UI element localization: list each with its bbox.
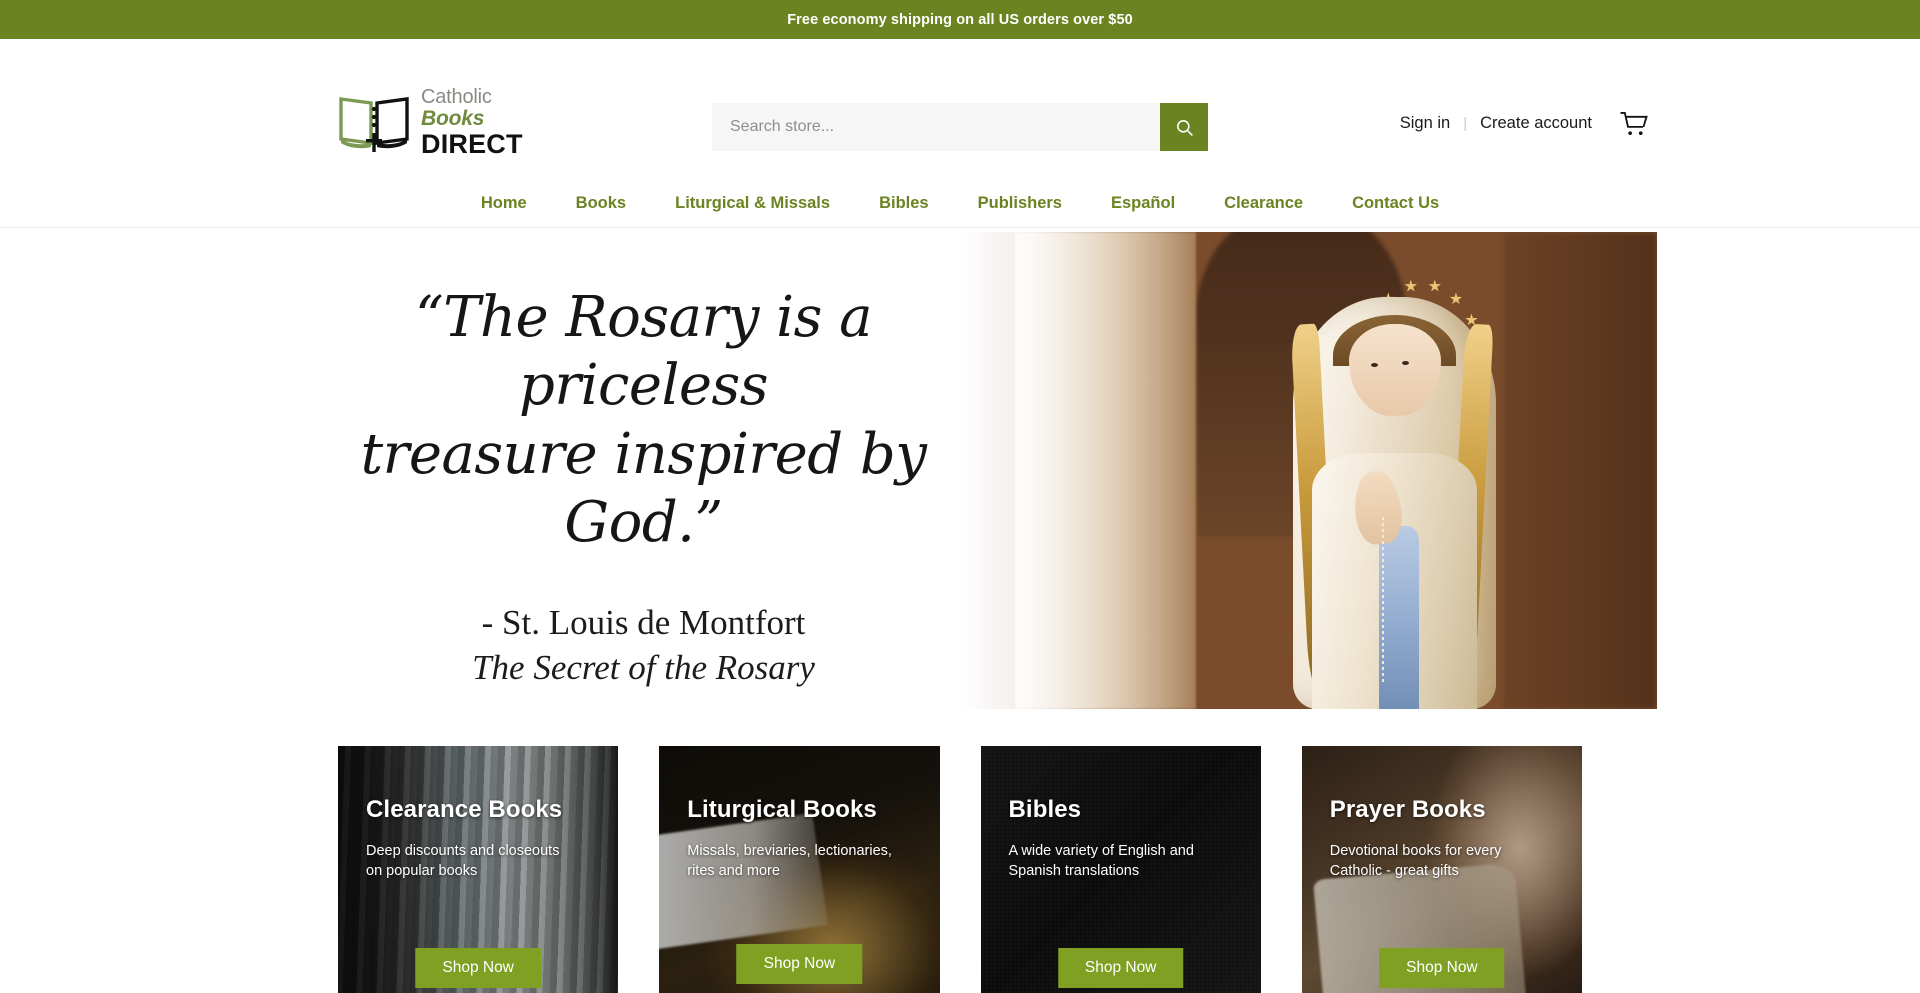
logo-wordmark: Catholic Books DIRECT bbox=[421, 87, 523, 158]
main-navigation: Home Books Liturgical & Missals Bibles P… bbox=[0, 179, 1920, 228]
hero-text-block: “The Rosary is a priceless treasure insp… bbox=[264, 232, 1024, 709]
announcement-bar: Free economy shipping on all US orders o… bbox=[0, 0, 1920, 39]
nav-item-home[interactable]: Home bbox=[456, 194, 551, 213]
announcement-text: Free economy shipping on all US orders o… bbox=[787, 11, 1133, 28]
card-title: Prayer Books bbox=[1329, 796, 1486, 823]
shop-now-button-liturgical[interactable]: Shop Now bbox=[736, 944, 863, 984]
search-input[interactable] bbox=[712, 103, 1160, 151]
statue-rosary-beads bbox=[1382, 516, 1385, 682]
cart-button[interactable] bbox=[1619, 111, 1648, 142]
category-card-liturgical-books[interactable]: Liturgical Books Missals, breviaries, le… bbox=[659, 746, 940, 993]
card-description: Missals, breviaries, lectionaries, rites… bbox=[687, 843, 892, 879]
hero-image bbox=[959, 232, 1657, 709]
nav-item-espanol[interactable]: Español bbox=[1086, 194, 1199, 213]
create-account-link[interactable]: Create account bbox=[1480, 114, 1592, 133]
search-button[interactable] bbox=[1160, 103, 1208, 151]
category-card-prayer-books[interactable]: Prayer Books Devotional books for every … bbox=[1301, 746, 1582, 993]
card-title: Bibles bbox=[1008, 796, 1082, 823]
category-card-bibles[interactable]: Bibles A wide variety of English and Spa… bbox=[980, 746, 1261, 993]
our-lady-statue bbox=[1238, 251, 1545, 709]
nav-item-books[interactable]: Books bbox=[551, 194, 650, 213]
sign-in-link[interactable]: Sign in bbox=[1400, 114, 1450, 133]
open-book-cross-logo-icon bbox=[339, 96, 409, 152]
hero-quote-line-2: treasure inspired by God.” bbox=[360, 421, 927, 555]
account-links: Sign in | Create account bbox=[1400, 114, 1592, 133]
nav-item-bibles[interactable]: Bibles bbox=[855, 194, 954, 213]
nav-item-liturgical-missals[interactable]: Liturgical & Missals bbox=[651, 194, 855, 213]
shop-now-button-prayer[interactable]: Shop Now bbox=[1379, 948, 1505, 988]
card-description: Devotional books for every Catholic - gr… bbox=[1329, 843, 1502, 879]
logo-line-catholic: Catholic bbox=[421, 86, 492, 108]
search-icon bbox=[1176, 119, 1193, 136]
search-bar bbox=[712, 103, 1208, 151]
shop-now-button-bibles[interactable]: Shop Now bbox=[1057, 948, 1184, 988]
account-separator: | bbox=[1463, 115, 1468, 132]
hero-quote-attribution: - St. Louis de Montfort bbox=[481, 603, 806, 643]
nav-item-publishers[interactable]: Publishers bbox=[953, 194, 1086, 213]
category-cards: Clearance Books Deep discounts and close… bbox=[338, 746, 1582, 993]
card-title: Liturgical Books bbox=[687, 796, 877, 823]
nav-item-contact-us[interactable]: Contact Us bbox=[1328, 194, 1464, 213]
hero-banner[interactable]: “The Rosary is a priceless treasure insp… bbox=[263, 232, 1657, 709]
card-description: Deep discounts and closeouts on popular … bbox=[366, 843, 560, 879]
hero-quote-line-1: “The Rosary is a priceless bbox=[414, 285, 873, 419]
shop-now-button-clearance[interactable]: Shop Now bbox=[415, 948, 541, 988]
statue-blue-sash bbox=[1379, 525, 1420, 709]
logo-line-books: Books bbox=[421, 107, 485, 130]
card-description: A wide variety of English and Spanish tr… bbox=[1008, 843, 1194, 879]
nav-item-clearance[interactable]: Clearance bbox=[1200, 194, 1328, 213]
site-header: Catholic Books DIRECT Sign in | Create a… bbox=[0, 39, 1920, 179]
logo-line-direct: DIRECT bbox=[421, 129, 523, 159]
category-card-clearance-books[interactable]: Clearance Books Deep discounts and close… bbox=[338, 746, 619, 993]
hero-quote-source-work: The Secret of the Rosary bbox=[472, 648, 815, 688]
site-logo[interactable]: Catholic Books DIRECT bbox=[338, 87, 523, 158]
card-title: Clearance Books bbox=[366, 796, 563, 823]
shopping-cart-icon bbox=[1620, 112, 1648, 135]
